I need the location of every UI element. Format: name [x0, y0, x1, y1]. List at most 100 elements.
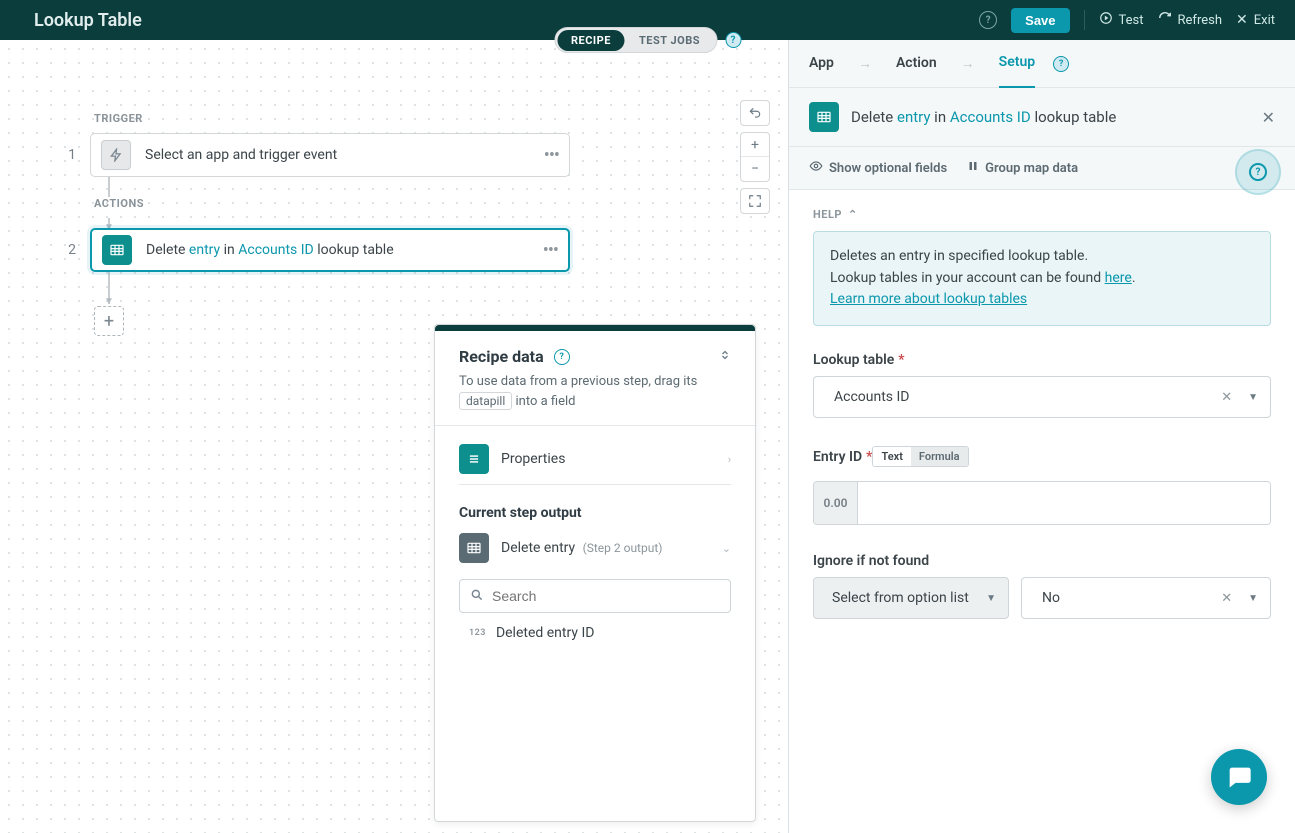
recipe-canvas: + − TRIGGER 1 Select an app and trigger … [0, 40, 788, 833]
test-button[interactable]: Test [1099, 11, 1144, 29]
trigger-icon [101, 140, 131, 170]
trigger-text: Select an app and trigger event [145, 147, 337, 163]
search-icon [470, 587, 484, 606]
recipe-data-desc: To use data from a previous step, drag i… [459, 372, 731, 411]
number-type-icon: 123 [469, 628, 486, 638]
chevron-down-icon: ▼ [1248, 392, 1258, 403]
refresh-button[interactable]: Refresh [1158, 11, 1222, 29]
learn-more-link[interactable]: Learn more about lookup tables [830, 291, 1027, 307]
step-2-row: 2 Delete entry in Accounts ID lookup tab… [62, 228, 622, 272]
lookup-table-field: Lookup table* Accounts ID ✕ ▼ [813, 352, 1271, 418]
chevron-right-icon: › [728, 453, 731, 466]
zoom-in-button[interactable]: + [741, 133, 769, 157]
search-input-wrapper[interactable] [459, 579, 731, 613]
lookup-table-icon [809, 102, 839, 132]
show-optional-button[interactable]: Show optional fields [809, 159, 947, 177]
tab-test-jobs[interactable]: TEST JOBS [625, 30, 714, 51]
step-1-row: 1 Select an app and trigger event ••• [62, 133, 622, 177]
connector [108, 177, 110, 197]
lookup-table-icon [459, 533, 489, 563]
panel-title: Delete entry in Accounts ID lookup table [851, 108, 1116, 126]
lookup-table-icon [102, 235, 132, 265]
save-button[interactable]: Save [1011, 8, 1069, 33]
chat-button[interactable] [1211, 749, 1267, 805]
close-icon: ✕ [1236, 12, 1248, 28]
properties-row[interactable]: Properties › [459, 434, 731, 485]
pill-help-icon[interactable]: ? [725, 32, 741, 48]
panel-toolbar: Show optional fields Group map data ? [789, 147, 1295, 190]
entry-id-input[interactable] [858, 482, 1270, 524]
mode-formula[interactable]: Formula [911, 447, 968, 466]
number-format-icon: 0.00 [814, 482, 858, 524]
highlighted-help-button[interactable]: ? [1237, 151, 1279, 193]
chevron-down-icon: ⌄ [722, 542, 731, 555]
step-menu-icon[interactable]: ••• [544, 145, 559, 166]
step-number: 2 [62, 242, 76, 258]
ignore-mode-select[interactable]: Select from option list ▼ [813, 577, 1009, 619]
add-step-button[interactable]: + [94, 306, 124, 336]
datapill-chip: datapill [459, 392, 512, 410]
output-row[interactable]: Delete entry (Step 2 output) ⌄ [459, 533, 731, 563]
trigger-section-label: TRIGGER [94, 112, 622, 125]
entry-id-field: Entry ID* Text Formula 0.00 [813, 446, 1271, 525]
panel-crumbs: App → Action → Setup ? [789, 40, 1295, 88]
lookup-table-select[interactable]: Accounts ID ✕ ▼ [813, 376, 1271, 418]
zoom-out-button[interactable]: − [741, 157, 769, 181]
tab-recipe[interactable]: RECIPE [557, 30, 625, 51]
close-panel-button[interactable]: ✕ [1262, 108, 1275, 127]
group-map-button[interactable]: Group map data [967, 159, 1078, 177]
here-link[interactable]: here [1105, 270, 1132, 286]
play-icon [1099, 11, 1113, 29]
mode-text[interactable]: Text [873, 447, 910, 466]
ignore-field: Ignore if not found Select from option l… [813, 553, 1271, 619]
collapse-icon[interactable] [719, 348, 731, 366]
recipe-data-title: Recipe data [459, 347, 544, 366]
page-title: Lookup Table [34, 10, 142, 31]
eye-icon [809, 159, 823, 177]
arrow-right-icon: → [961, 55, 975, 72]
action-text: Delete entry in Accounts ID lookup table [146, 242, 394, 258]
step-number: 1 [62, 147, 76, 163]
search-input[interactable] [492, 588, 720, 604]
chevron-down-icon: ▼ [986, 593, 996, 604]
pill-tabs: RECIPE TEST JOBS ? [554, 27, 741, 53]
help-icon[interactable]: ? [554, 349, 570, 365]
field-label: Lookup table* [813, 352, 1271, 368]
field-label: Entry ID* Text Formula [813, 446, 1271, 467]
crumb-action[interactable]: Action [896, 55, 937, 73]
config-panel: App → Action → Setup ? Delete entry in A… [788, 40, 1295, 833]
chevron-down-icon: ▼ [1248, 593, 1258, 604]
divider [1084, 10, 1085, 30]
step-menu-icon[interactable]: ••• [543, 240, 558, 261]
output-item[interactable]: 123 Deleted entry ID [459, 613, 731, 641]
trigger-step-card[interactable]: Select an app and trigger event ••• [90, 133, 570, 177]
ignore-value-select[interactable]: No ✕ ▼ [1021, 577, 1271, 619]
columns-icon [967, 159, 979, 177]
recipe-jobs-toggle: RECIPE TEST JOBS [554, 27, 717, 53]
help-section-toggle[interactable]: HELP ⌃ [813, 208, 1271, 221]
refresh-icon [1158, 11, 1172, 29]
canvas-controls: + − [740, 100, 770, 220]
crumb-app[interactable]: App [809, 55, 834, 73]
current-step-output-heading: Current step output [459, 505, 731, 521]
crumb-setup[interactable]: Setup [999, 40, 1035, 88]
clear-icon[interactable]: ✕ [1221, 591, 1232, 606]
exit-button[interactable]: ✕ Exit [1236, 12, 1275, 28]
top-actions: ? Save Test Refresh ✕ Exit [979, 8, 1275, 33]
undo-button[interactable] [741, 101, 769, 125]
chevron-up-icon: ⌃ [848, 208, 858, 221]
recipe-data-panel: Recipe data ? To use data from a previou… [434, 324, 756, 822]
list-icon [459, 444, 489, 474]
recipe-steps: TRIGGER 1 Select an app and trigger even… [62, 112, 622, 336]
actions-section-label: ACTIONS [94, 197, 622, 210]
clear-icon[interactable]: ✕ [1221, 390, 1232, 405]
arrow-right-icon: → [858, 55, 872, 72]
help-icon[interactable]: ? [979, 11, 997, 29]
help-box: Deletes an entry in specified lookup tab… [813, 231, 1271, 326]
action-step-card[interactable]: Delete entry in Accounts ID lookup table… [90, 228, 570, 272]
panel-title-bar: Delete entry in Accounts ID lookup table… [789, 88, 1295, 147]
input-mode-toggle: Text Formula [872, 446, 968, 467]
help-icon[interactable]: ? [1053, 56, 1069, 72]
field-label: Ignore if not found [813, 553, 1271, 569]
fit-to-screen-button[interactable] [741, 189, 769, 213]
